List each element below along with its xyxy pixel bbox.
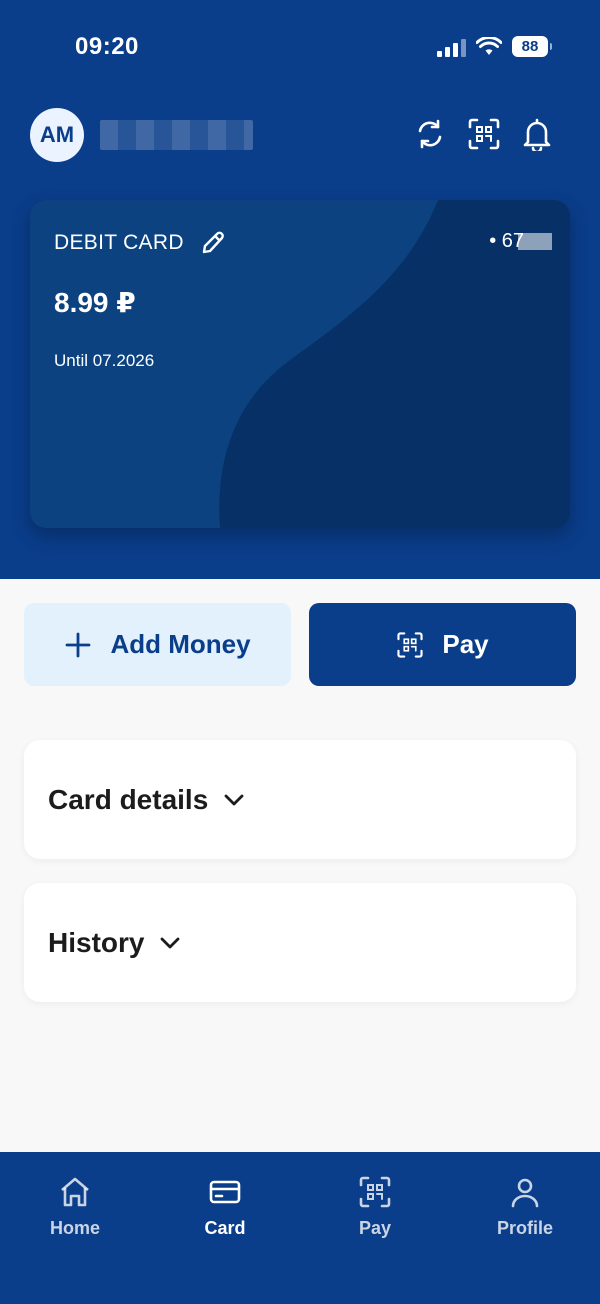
- history-title: History: [48, 926, 145, 958]
- status-time: 09:20: [75, 33, 139, 60]
- nav-item-card[interactable]: Card: [150, 1152, 300, 1304]
- chevron-down-icon: [161, 937, 180, 948]
- qr-scan-icon: [397, 631, 423, 658]
- refresh-icon[interactable]: [412, 116, 448, 152]
- nav-item-profile[interactable]: Profile: [450, 1152, 600, 1304]
- card-number: • 67: [489, 230, 552, 253]
- qr-scan-icon[interactable]: [466, 116, 502, 152]
- plus-icon: [66, 632, 91, 657]
- profile-icon: [508, 1174, 542, 1210]
- card-icon: [208, 1174, 242, 1210]
- wifi-icon: [476, 36, 502, 55]
- status-icons: 88: [437, 36, 552, 57]
- signal-icon: [437, 37, 466, 57]
- pay-label: Pay: [442, 629, 489, 659]
- nav-item-home[interactable]: Home: [0, 1152, 150, 1304]
- debit-card[interactable]: DEBIT CARD • 67 8.99 ₽ Until 07.2026: [30, 200, 570, 528]
- nav-item-pay[interactable]: Pay: [300, 1152, 450, 1304]
- nav-label-card: Card: [204, 1218, 246, 1238]
- card-type-label: DEBIT CARD: [54, 231, 184, 254]
- add-money-label: Add Money: [110, 629, 251, 659]
- card-number-redacted: [518, 233, 552, 250]
- card-expiry: Until 07.2026: [54, 351, 155, 370]
- bell-icon[interactable]: [519, 116, 555, 152]
- chevron-down-icon: [224, 794, 244, 805]
- avatar[interactable]: AM: [30, 108, 84, 162]
- history-section[interactable]: History: [24, 883, 576, 1002]
- card-title-row: DEBIT CARD: [54, 230, 226, 256]
- add-money-button[interactable]: Add Money: [24, 603, 291, 686]
- card-details-section[interactable]: Card details: [24, 740, 576, 859]
- home-icon: [58, 1174, 92, 1210]
- card-balance: 8.99 ₽: [54, 287, 136, 318]
- username-redacted: [100, 120, 253, 150]
- bottom-navigation: Home Card Pay Profile: [0, 1152, 600, 1304]
- nav-label-home: Home: [49, 1218, 100, 1238]
- card-details-title: Card details: [48, 783, 209, 815]
- edit-pencil-icon[interactable]: [200, 230, 226, 256]
- nav-label-pay: Pay: [358, 1218, 392, 1238]
- battery-indicator: 88: [512, 36, 552, 57]
- qr-scan-icon: [358, 1174, 392, 1210]
- nav-label-profile: Profile: [496, 1218, 553, 1238]
- pay-button[interactable]: Pay: [309, 603, 576, 686]
